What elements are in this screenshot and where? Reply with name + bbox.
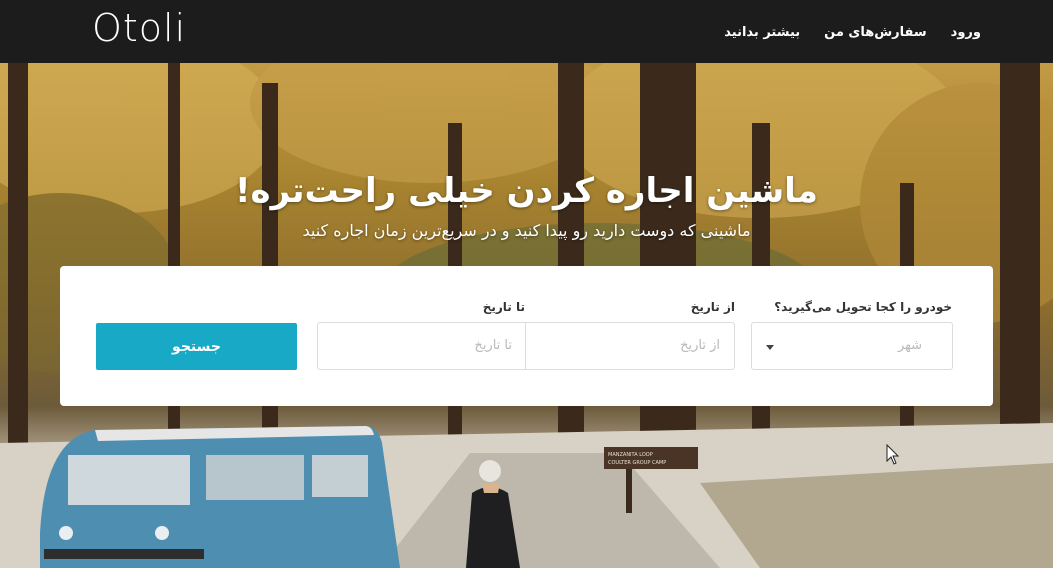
sign-line-1: MANZANITA LOOP xyxy=(608,452,653,458)
from-date-label: از تاریخ xyxy=(690,300,735,314)
to-date-input[interactable]: تا تاریخ xyxy=(317,322,527,370)
from-date-placeholder: از تاریخ xyxy=(680,338,720,353)
nav-menu: ورود سفارش‌های من بیشتر بدانید xyxy=(724,25,981,40)
nav-learn-more-link[interactable]: بیشتر بدانید xyxy=(724,25,800,40)
location-select[interactable]: شهر xyxy=(751,322,953,370)
hero-subtitle: ماشینی که دوست دارید رو پیدا کنید و در س… xyxy=(302,221,751,240)
to-date-placeholder: تا تاریخ xyxy=(474,338,512,353)
location-placeholder: شهر xyxy=(897,338,922,353)
chevron-down-icon[interactable] xyxy=(766,345,774,350)
search-button[interactable]: جستجو xyxy=(96,323,297,370)
location-label: خودرو را کجا تحویل می‌گیرید؟ xyxy=(774,300,952,314)
top-navbar: Otoli ورود سفارش‌های من بیشتر بدانید xyxy=(0,0,1053,63)
sign-line-2: COULTER GROUP CAMP xyxy=(608,460,666,466)
nav-login-link[interactable]: ورود xyxy=(951,25,981,40)
search-card: خودرو را کجا تحویل می‌گیرید؟ شهر از تاری… xyxy=(60,266,993,406)
from-date-input[interactable]: از تاریخ xyxy=(525,322,735,370)
nav-my-orders-link[interactable]: سفارش‌های من xyxy=(824,25,927,40)
mouse-cursor-icon xyxy=(886,444,900,465)
hero-title: ماشین اجاره کردن خیلی راحت‌تره! xyxy=(235,171,818,211)
blue-van xyxy=(40,426,400,568)
to-date-label: تا تاریخ xyxy=(482,300,525,314)
otoli-logo[interactable]: Otoli xyxy=(92,6,186,50)
